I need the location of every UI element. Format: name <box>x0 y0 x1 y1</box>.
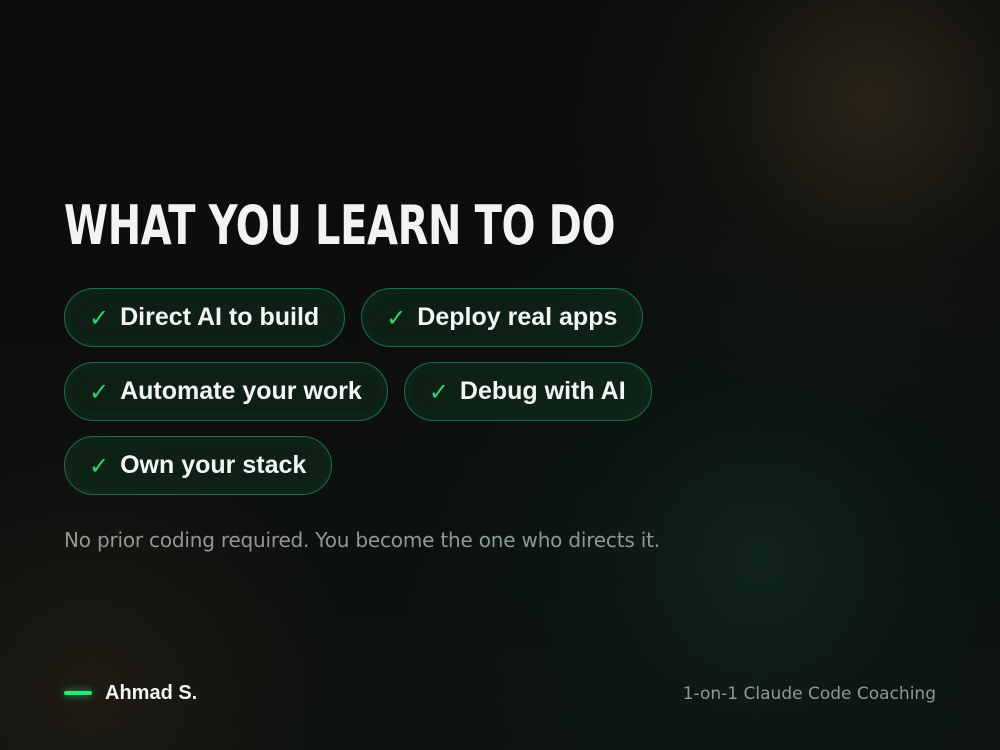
slide: WHAT YOU LEARN TO DO ✓ Direct AI to buil… <box>0 0 1000 750</box>
skill-pill-direct-ai: ✓ Direct AI to build <box>64 288 346 347</box>
skill-label: Debug with AI <box>459 377 626 405</box>
check-icon: ✓ <box>89 377 110 406</box>
check-icon: ✓ <box>89 451 110 480</box>
author-name: Ahmad S. <box>105 682 198 704</box>
skill-label: Automate your work <box>120 377 362 405</box>
check-icon: ✓ <box>428 377 449 406</box>
skill-pill-debug-ai: ✓ Debug with AI <box>403 362 652 421</box>
footer-tagline: 1-on-1 Claude Code Coaching <box>682 684 936 704</box>
accent-bar <box>64 691 92 695</box>
page-title: WHAT YOU LEARN TO DO <box>64 194 616 257</box>
skill-pill-automate-work: ✓ Automate your work <box>64 362 388 421</box>
subtitle: No prior coding required. You become the… <box>64 528 660 552</box>
skill-label: Deploy real apps <box>417 303 618 331</box>
skill-pill-own-stack: ✓ Own your stack <box>64 436 333 495</box>
skill-label: Own your stack <box>120 451 307 479</box>
skill-label: Direct AI to build <box>120 303 320 331</box>
check-icon: ✓ <box>89 303 110 332</box>
check-icon: ✓ <box>386 303 407 332</box>
skill-pill-list: ✓ Direct AI to build ✓ Deploy real apps … <box>64 288 724 495</box>
skill-pill-deploy-apps: ✓ Deploy real apps <box>361 288 644 347</box>
author-signature: Ahmad S. <box>64 680 197 706</box>
